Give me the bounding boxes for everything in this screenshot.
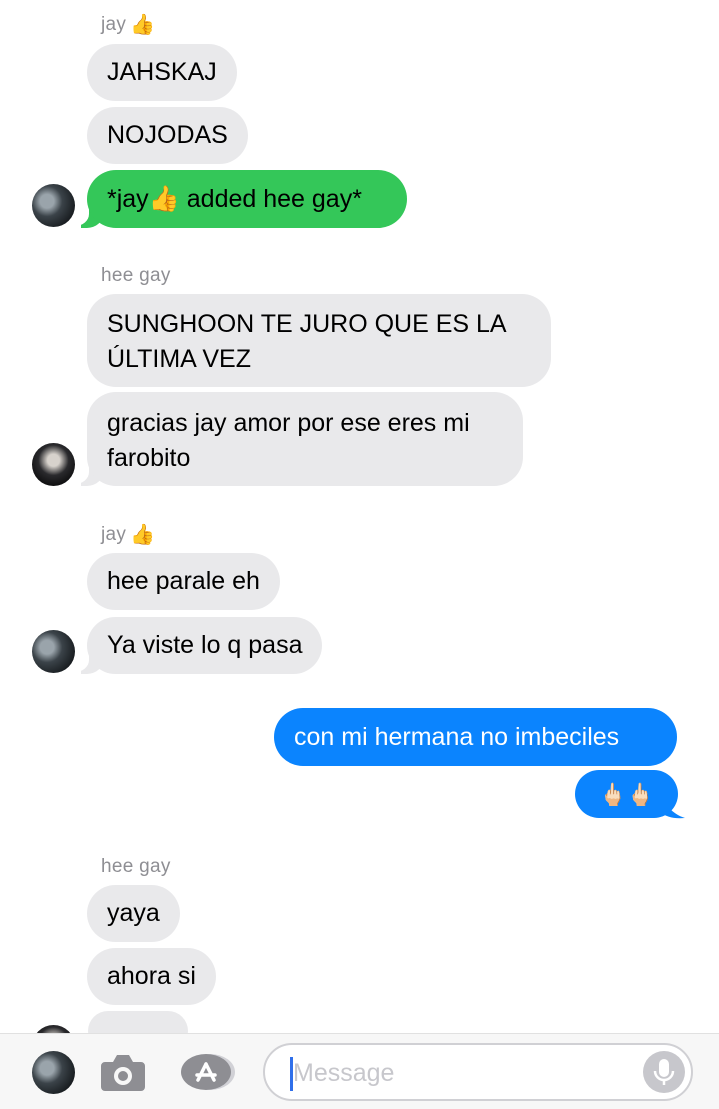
message-bubble[interactable]: gracias jay amor por ese eres mi farobit… [87, 392, 523, 486]
thumbs-up-emoji: 👍 [130, 14, 156, 36]
avatar-hee[interactable] [32, 443, 75, 486]
sender-name: hee gay [101, 265, 171, 286]
microphone-glyph [653, 1059, 675, 1085]
message-bubble[interactable]: ahora si [87, 948, 216, 1005]
avatar-jay[interactable] [32, 630, 75, 673]
message-bubble[interactable]: Ya viste lo q pasa [87, 617, 323, 674]
message-bubble[interactable]: yaya [87, 885, 180, 942]
message-bubble[interactable]: JAHSKAJ [87, 44, 237, 101]
message-bubble-green[interactable]: *jay👍 added hee gay* [87, 170, 407, 228]
sender-name: jay 👍 [101, 14, 156, 36]
sender-name: hee gay [101, 856, 171, 877]
message-bubble[interactable]: NOJODAS [87, 107, 248, 164]
message-bubble-outgoing[interactable]: con mi hermana no imbeciles [274, 708, 677, 766]
message-bubble-outgoing[interactable]: 🖕🏻🖕🏻 [575, 770, 678, 818]
avatar-jay[interactable] [32, 184, 75, 227]
thumbs-up-emoji: 👍 [130, 524, 156, 546]
message-placeholder: Message [293, 1059, 395, 1087]
app-store-icon[interactable] [180, 1052, 238, 1092]
microphone-icon[interactable] [643, 1051, 685, 1093]
sender-name: jay 👍 [101, 524, 156, 546]
avatar-self[interactable] [32, 1051, 75, 1094]
message-input[interactable]: Message [263, 1043, 693, 1101]
message-bubble[interactable]: hee parale eh [87, 553, 280, 610]
camera-icon[interactable] [99, 1052, 147, 1092]
message-bubble[interactable]: SUNGHOON TE JURO QUE ES LA ÚLTIMA VEZ [87, 294, 551, 387]
